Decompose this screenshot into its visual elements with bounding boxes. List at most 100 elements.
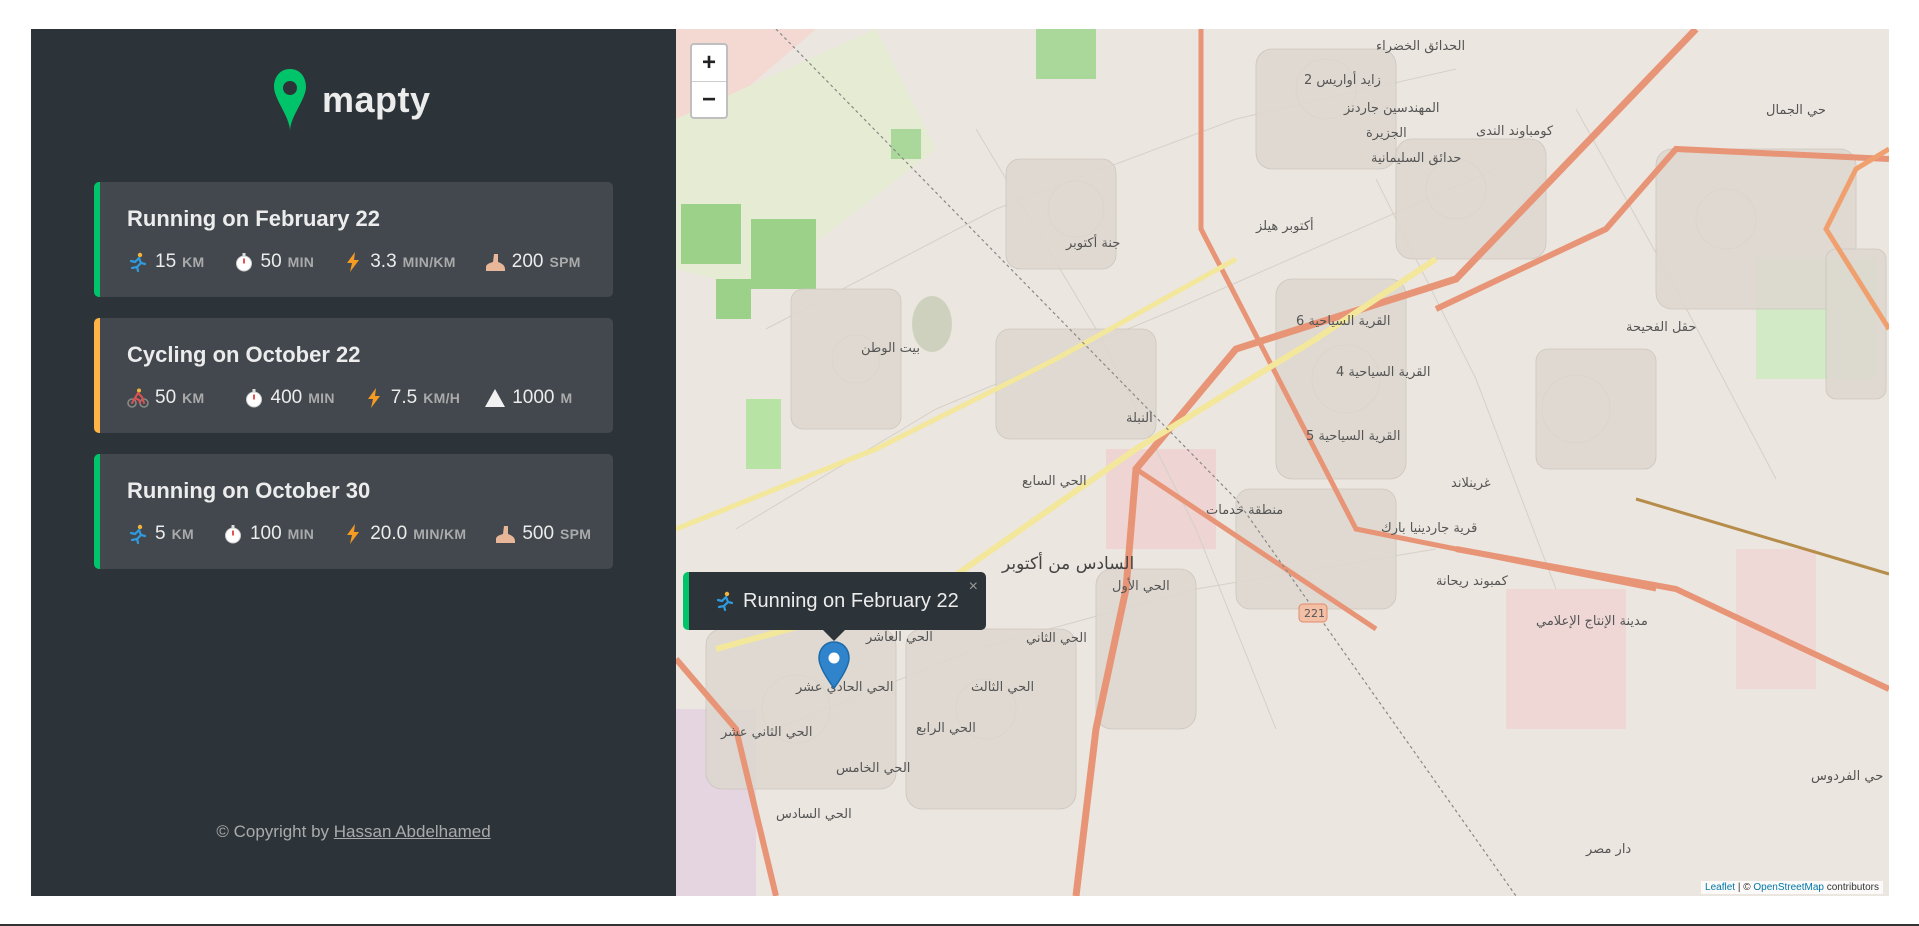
attribution-suffix: contributors — [1823, 882, 1879, 893]
zoom-out-button[interactable]: − — [692, 81, 726, 117]
map-label: الحي الأول — [1112, 579, 1170, 594]
map-label: الحي السابع — [1022, 474, 1087, 489]
detail-value: 1000 — [512, 387, 555, 408]
map-label: الحي العاشر — [866, 630, 933, 645]
mountain-icon — [484, 387, 506, 409]
runner-icon — [715, 591, 735, 611]
workout-title: Cycling on October 22 — [127, 342, 361, 367]
detail-value: 500 — [522, 523, 555, 544]
popup-text: Running on February 22 — [743, 589, 959, 612]
detail-unit: MIN — [287, 526, 315, 542]
workout-pace: 20.0 MIN/KM — [342, 523, 466, 545]
lightning-icon — [342, 251, 364, 273]
popup-close-button[interactable]: × — [969, 578, 978, 596]
workouts-list: Running on February 22 15 KM 50 MIN 3.3 … — [94, 182, 613, 590]
foot-icon — [494, 523, 516, 545]
map-label: منطقة خدمات — [1206, 503, 1284, 518]
detail-unit: KM/H — [423, 390, 461, 406]
map-attribution: Leaflet | © OpenStreetMap contributors — [1701, 881, 1883, 894]
logo-text: mapty — [322, 79, 431, 120]
map-label: القرية السياحية 5 — [1306, 429, 1401, 444]
detail-unit: SPM — [549, 254, 581, 270]
detail-value: 100 — [249, 523, 282, 544]
workout-popup[interactable]: Running on February 22 × — [683, 572, 986, 630]
detail-value: 20.0 — [370, 523, 408, 544]
detail-value: 3.3 — [370, 251, 397, 272]
detail-unit: KM — [182, 254, 205, 270]
map-label: الحدائق الخضراء — [1376, 39, 1466, 54]
map-label: الحي الرابع — [916, 721, 976, 736]
workout-speed: 7.5 KM/H — [363, 387, 460, 409]
detail-unit: MIN/KM — [402, 254, 456, 270]
workout-details: 15 KM 50 MIN 3.3 MIN/KM 200 SPM — [127, 251, 581, 273]
workout-duration: 100 MIN — [222, 523, 314, 545]
map-label: قرية جاردينيا بارك — [1381, 521, 1478, 536]
map-label: غرينلاند — [1451, 476, 1491, 491]
detail-value: 50 — [155, 387, 177, 408]
zoom-in-button[interactable]: + — [692, 45, 726, 81]
workout-distance: 50 KM — [127, 387, 205, 409]
map-label: الجزيرة — [1366, 126, 1407, 141]
foot-icon — [484, 251, 506, 273]
runner-icon — [127, 523, 149, 545]
map-marker-icon[interactable] — [817, 641, 851, 689]
workout-distance: 15 KM — [127, 251, 205, 273]
map-label: دار مصر — [1586, 842, 1632, 857]
map-label: أكتوبر هيلز — [1256, 219, 1314, 234]
copyright-prefix: © Copyright by — [216, 822, 330, 841]
attribution-separator: | © — [1735, 882, 1754, 893]
cyclist-icon — [127, 387, 149, 409]
workout-duration: 400 MIN — [243, 387, 335, 409]
map-label: 221 — [1304, 607, 1325, 620]
zoom-control: + − — [690, 43, 728, 119]
map-label: حقل الفحيحة — [1626, 320, 1697, 335]
detail-value: 15 — [155, 251, 177, 272]
detail-unit: KM — [182, 390, 205, 406]
workout-pace: 3.3 MIN/KM — [342, 251, 456, 273]
author-link[interactable]: Hassan Abdelhamed — [334, 822, 491, 841]
stopwatch-icon — [222, 523, 244, 545]
map-label: القرية السياحية 4 — [1336, 365, 1431, 380]
workout-card[interactable]: Running on February 22 15 KM 50 MIN 3.3 … — [94, 182, 613, 297]
workout-duration: 50 MIN — [233, 251, 315, 273]
workout-card[interactable]: Cycling on October 22 50 KM 400 MIN 7.5 … — [94, 318, 613, 433]
detail-unit: KM — [171, 526, 194, 542]
detail-value: 50 — [260, 251, 282, 272]
workout-distance: 5 KM — [127, 523, 194, 545]
workout-title: Running on October 30 — [127, 478, 371, 503]
leaflet-link[interactable]: Leaflet — [1705, 882, 1735, 893]
detail-value: 5 — [155, 523, 166, 544]
detail-unit: MIN/KM — [413, 526, 467, 542]
map-label: جنة أكتوبر — [1066, 236, 1121, 251]
osm-link[interactable]: OpenStreetMap — [1753, 882, 1824, 893]
map-label: السادس من أكتوبر — [1002, 554, 1135, 574]
map-label: الحي الخامس — [836, 761, 911, 776]
workout-cadence: 500 SPM — [494, 523, 591, 545]
workout-details: 5 KM 100 MIN 20.0 MIN/KM 500 SPM — [127, 523, 591, 545]
workout-card[interactable]: Running on October 30 5 KM 100 MIN 20.0 … — [94, 454, 613, 569]
stopwatch-icon — [243, 387, 265, 409]
lightning-icon — [342, 523, 364, 545]
map-label: الحي الثاني عشر — [721, 725, 813, 740]
map-label: بيت الوطن — [861, 341, 920, 356]
map-label: الحي الثالث — [971, 680, 1035, 695]
detail-unit: MIN — [308, 390, 335, 406]
app-container: mapty Running on February 22 15 KM 50 MI… — [31, 29, 1889, 896]
map-label: زايد أواريس 2 — [1304, 73, 1381, 88]
map-label: كمبوند ريحانة — [1436, 574, 1508, 589]
detail-unit: M — [560, 390, 573, 406]
map-pin-logo-icon — [274, 69, 306, 131]
logo: mapty — [272, 67, 431, 133]
map-label: القرية السياحية 6 — [1296, 314, 1391, 329]
map[interactable]: الحدائق الخضراء زايد أواريس 2 المهندسين … — [676, 29, 1889, 896]
map-label: حدائق السليمانية — [1371, 151, 1462, 166]
map-label: مدينة الإنتاج الإعلامي — [1536, 614, 1648, 629]
detail-value: 400 — [270, 387, 303, 408]
map-label: حي الفردوس — [1811, 769, 1884, 784]
map-label: الحي السادس — [776, 807, 852, 822]
sidebar: mapty Running on February 22 15 KM 50 MI… — [31, 29, 676, 896]
map-label: المهندسين جاردنز — [1344, 101, 1440, 116]
map-label: حي الجمال — [1766, 103, 1826, 118]
popup-tip — [822, 629, 846, 641]
detail-value: 7.5 — [390, 387, 418, 408]
